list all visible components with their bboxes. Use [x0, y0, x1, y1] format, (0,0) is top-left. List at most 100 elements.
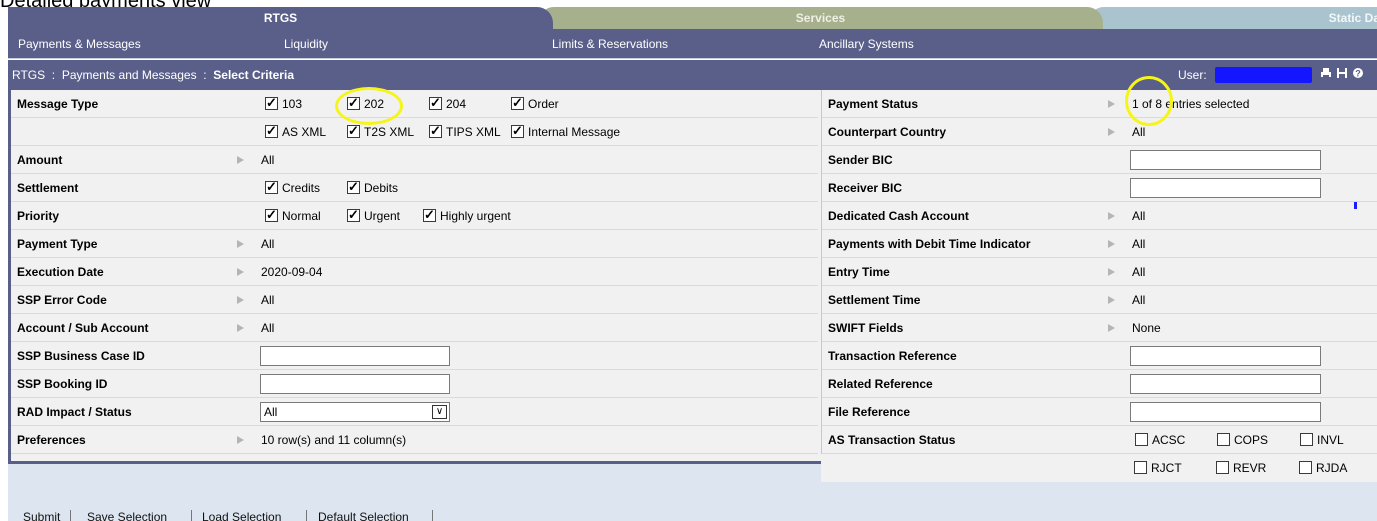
checkbox-rjct-label: RJCT	[1151, 461, 1182, 475]
checkbox-highly-urgent[interactable]	[423, 207, 436, 223]
dedicated-cash-account-expand-icon[interactable]	[1108, 212, 1115, 220]
payment-type-expand-icon[interactable]	[237, 240, 244, 248]
save-selection-button[interactable]: Save Selection	[87, 509, 167, 521]
execution-date-expand-icon[interactable]	[237, 268, 244, 276]
checkbox-cops[interactable]	[1217, 433, 1230, 446]
amount-value[interactable]: All	[261, 146, 274, 174]
row-as-transaction-status: AS Transaction Status ACSC COPS INVL	[822, 426, 1377, 454]
checkbox-normal[interactable]	[265, 207, 278, 223]
checkbox-revr[interactable]	[1216, 461, 1229, 474]
payment-status-expand-icon[interactable]	[1108, 100, 1115, 108]
row-entry-time: Entry Time All	[822, 258, 1377, 286]
tab-rtgs[interactable]: RTGS	[8, 7, 553, 29]
account-sub-account-expand-icon[interactable]	[237, 324, 244, 332]
checkbox-invl-label: INVL	[1317, 433, 1344, 447]
subnav-ancillary-systems[interactable]: Ancillary Systems	[819, 29, 914, 59]
row-preferences: Preferences 10 row(s) and 11 column(s)	[11, 426, 818, 454]
account-sub-account-label: Account / Sub Account	[17, 321, 149, 335]
settlement-time-value[interactable]: All	[1132, 286, 1145, 314]
row-sender-bic: Sender BIC	[822, 146, 1377, 174]
checkbox-204[interactable]	[429, 95, 442, 111]
ssp-booking-id-label: SSP Booking ID	[17, 377, 108, 391]
print-icon[interactable]	[1319, 67, 1333, 81]
row-related-reference: Related Reference	[822, 370, 1377, 398]
subnav-payments-messages[interactable]: Payments & Messages	[18, 29, 141, 59]
sender-bic-input[interactable]	[1130, 150, 1321, 170]
row-message-type-2: AS XML T2S XML TIPS XML Internal Message	[11, 118, 818, 146]
checkbox-internal-message[interactable]	[511, 123, 524, 139]
payments-debit-time-expand-icon[interactable]	[1108, 240, 1115, 248]
checkbox-rjct[interactable]	[1134, 461, 1147, 474]
chevron-down-icon[interactable]: ∨	[432, 405, 447, 419]
breadcrumb-payments-messages[interactable]: Payments and Messages	[62, 68, 197, 82]
checkbox-internal-message-label: Internal Message	[528, 125, 621, 139]
checkbox-rjda-label: RJDA	[1316, 461, 1348, 475]
checkbox-t2s-xml[interactable]	[347, 123, 360, 139]
row-priority: Priority Normal Urgent Highly urgent	[11, 202, 818, 230]
file-reference-label: File Reference	[828, 405, 911, 419]
payments-debit-time-value[interactable]: All	[1132, 230, 1145, 258]
subnav-liquidity[interactable]: Liquidity	[284, 29, 328, 59]
ssp-booking-id-input[interactable]	[260, 374, 450, 394]
transaction-reference-input[interactable]	[1130, 346, 1321, 366]
row-receiver-bic: Receiver BIC	[822, 174, 1377, 202]
tab-services[interactable]: Services	[538, 7, 1103, 29]
row-counterpart-country: Counterpart Country All	[822, 118, 1377, 146]
checkbox-103-label: 103	[282, 97, 303, 111]
breadcrumb-rtgs[interactable]: RTGS	[12, 68, 45, 82]
checkbox-103[interactable]	[265, 95, 278, 111]
ssp-error-code-expand-icon[interactable]	[237, 296, 244, 304]
checkbox-204-label: 204	[446, 97, 467, 111]
checkbox-tips-xml[interactable]	[429, 123, 442, 139]
highlight-circle	[335, 87, 403, 125]
submit-button[interactable]: Submit	[23, 509, 60, 521]
preferences-expand-icon[interactable]	[237, 436, 244, 444]
checkbox-acsc[interactable]	[1135, 433, 1148, 446]
row-account-sub-account: Account / Sub Account All	[11, 314, 818, 342]
swift-fields-label: SWIFT Fields	[828, 321, 904, 335]
default-selection-button[interactable]: Default Selection	[318, 509, 409, 521]
entry-time-value[interactable]: All	[1132, 258, 1145, 286]
payment-type-value[interactable]: All	[261, 230, 274, 258]
receiver-bic-input[interactable]	[1130, 178, 1321, 198]
swift-fields-value[interactable]: None	[1132, 314, 1161, 342]
help-icon[interactable]: ?	[1351, 67, 1365, 81]
breadcrumb-current: Select Criteria	[213, 68, 294, 82]
file-reference-input[interactable]	[1130, 402, 1321, 422]
dedicated-cash-account-value[interactable]: All	[1132, 202, 1145, 230]
subnav-limits-reservations[interactable]: Limits & Reservations	[552, 29, 668, 59]
checkbox-invl[interactable]	[1300, 433, 1313, 446]
settlement-time-expand-icon[interactable]	[1108, 296, 1115, 304]
preferences-value[interactable]: 10 row(s) and 11 column(s)	[261, 426, 406, 454]
account-sub-account-value[interactable]: All	[261, 314, 274, 342]
breadcrumb-separator: :	[48, 68, 59, 82]
checkbox-tips-xml-label: TIPS XML	[446, 125, 501, 139]
entry-time-expand-icon[interactable]	[1108, 268, 1115, 276]
swift-fields-expand-icon[interactable]	[1108, 324, 1115, 332]
tab-static-data[interactable]: Static Da	[1088, 7, 1377, 29]
related-reference-input[interactable]	[1130, 374, 1321, 394]
execution-date-value[interactable]: 2020-09-04	[261, 258, 322, 286]
row-transaction-reference: Transaction Reference	[822, 342, 1377, 370]
checkbox-order[interactable]	[511, 95, 524, 111]
criteria-form-right: Payment Status 1 of 8 entries selected C…	[821, 90, 1377, 461]
checkbox-debits[interactable]	[347, 179, 360, 195]
checkbox-credits[interactable]	[265, 179, 278, 195]
rad-impact-status-select[interactable]: All ∨	[260, 402, 450, 422]
row-ssp-error-code: SSP Error Code All	[11, 286, 818, 314]
related-reference-label: Related Reference	[828, 377, 933, 391]
save-icon[interactable]	[1335, 67, 1349, 81]
sub-navigation: Payments & Messages Liquidity Limits & R…	[8, 29, 1377, 59]
row-ssp-booking-id: SSP Booking ID	[11, 370, 818, 398]
amount-expand-icon[interactable]	[237, 156, 244, 164]
checkbox-as-xml[interactable]	[265, 123, 278, 139]
counterpart-country-expand-icon[interactable]	[1108, 128, 1115, 136]
ssp-error-code-value[interactable]: All	[261, 286, 274, 314]
ssp-business-case-id-input[interactable]	[260, 346, 450, 366]
checkbox-rjda[interactable]	[1299, 461, 1312, 474]
checkbox-urgent[interactable]	[347, 207, 360, 223]
row-swift-fields: SWIFT Fields None	[822, 314, 1377, 342]
load-selection-button[interactable]: Load Selection	[202, 509, 281, 521]
row-settlement-time: Settlement Time All	[822, 286, 1377, 314]
settlement-label: Settlement	[17, 181, 79, 195]
